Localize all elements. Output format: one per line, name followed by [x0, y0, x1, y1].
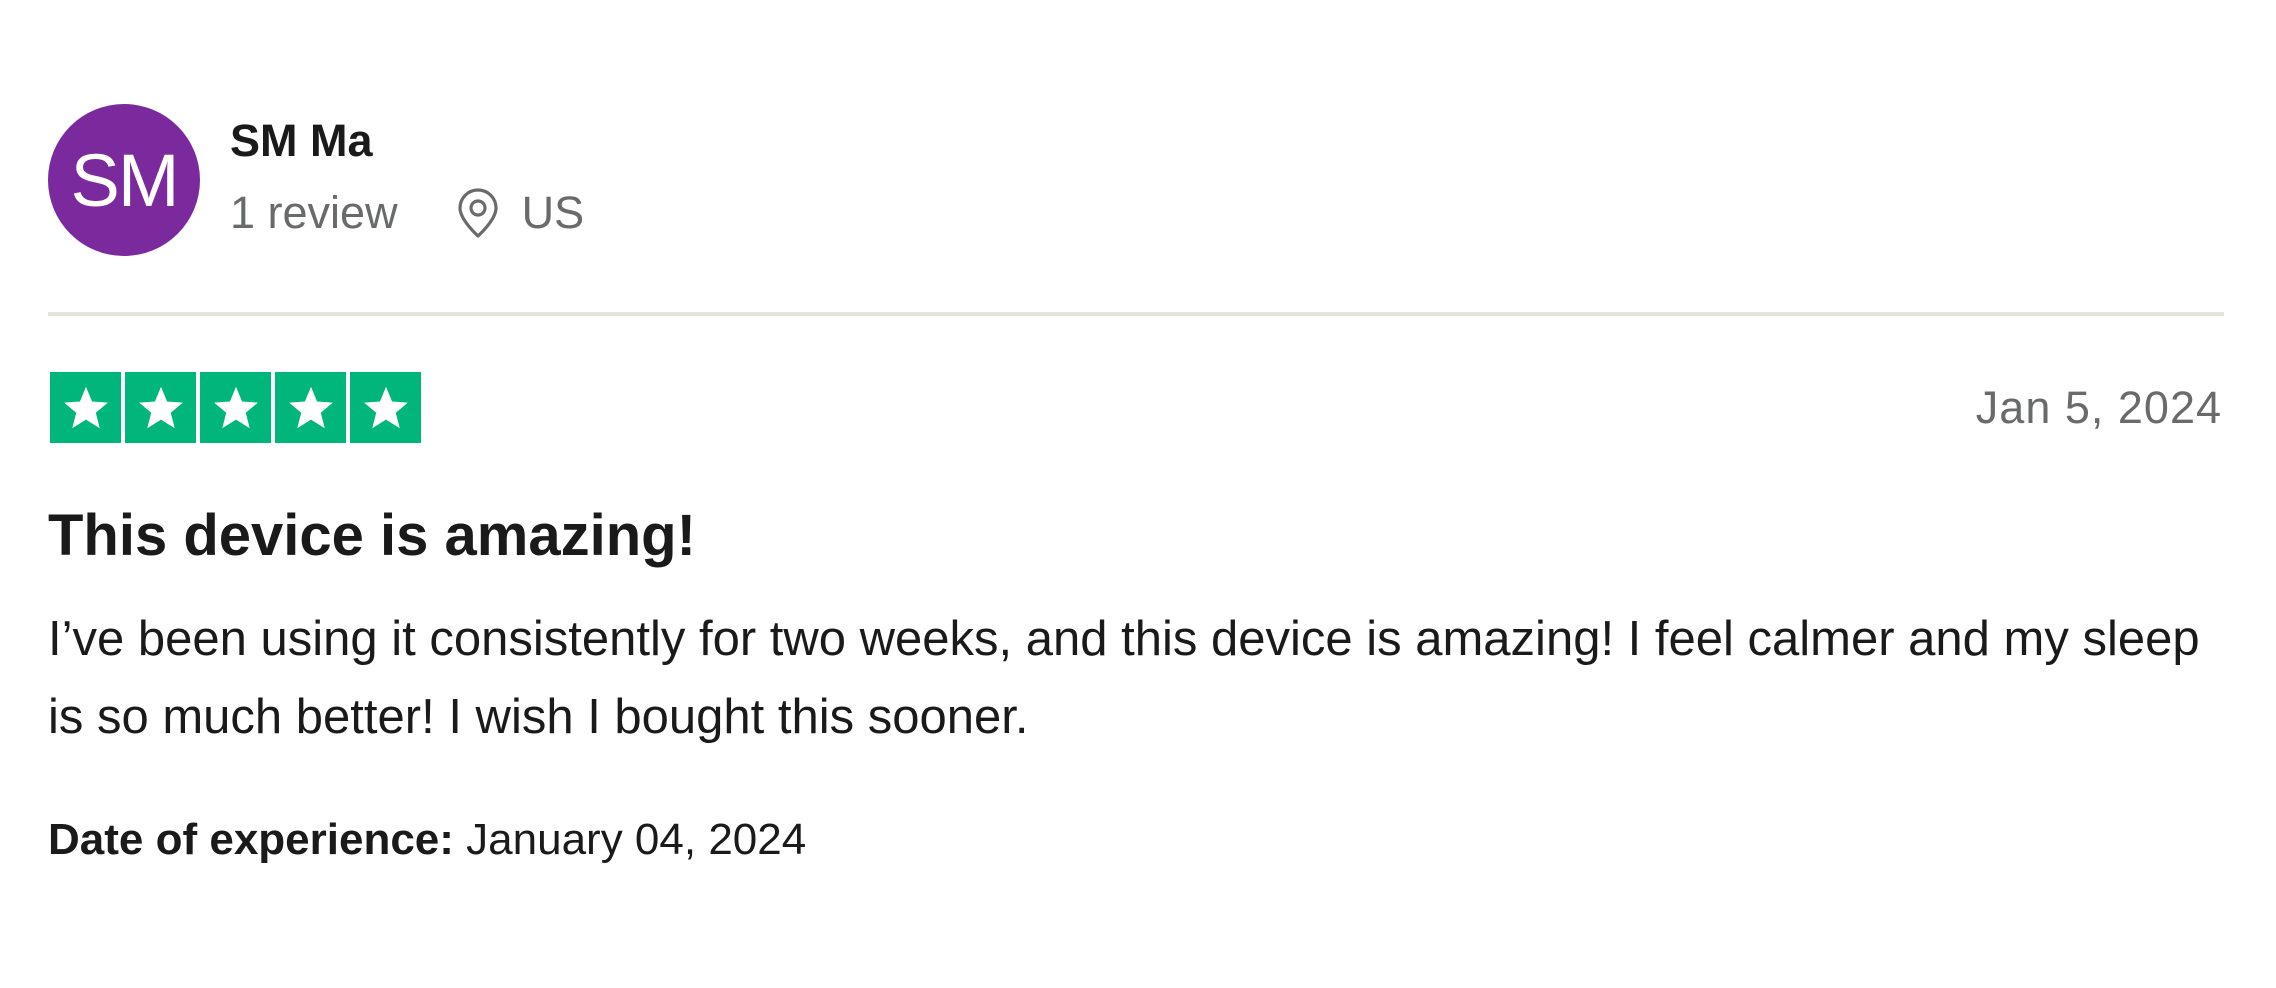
star-icon: [125, 372, 196, 443]
experience-date: January 04, 2024: [466, 815, 807, 864]
review-text: I’ve been using it consistently for two …: [48, 612, 2200, 744]
star-rating: [50, 372, 425, 443]
consumer-meta: 1 review US: [230, 185, 584, 241]
avatar-initials: SM: [70, 138, 180, 222]
review-date: Jan 5, 2024: [1975, 382, 2222, 433]
consumer-name[interactable]: SM Ma: [230, 113, 584, 169]
review-count: 1 review: [230, 187, 398, 238]
star-icon: [275, 372, 346, 443]
date-of-experience: Date of experience: January 04, 2024: [48, 812, 806, 868]
consumer-details: SM Ma 1 review US: [230, 115, 584, 241]
star-icon: [350, 372, 421, 443]
review-title[interactable]: This device is amazing!: [48, 500, 696, 572]
star-icon: [200, 372, 271, 443]
consumer-info[interactable]: SM SM Ma 1 review US: [48, 104, 584, 256]
location-label: US: [521, 187, 585, 238]
map-pin-icon: [456, 187, 500, 239]
review-card: SM SM Ma 1 review US Jan 5, 2024 This de…: [0, 0, 2276, 988]
experience-label: Date of experience:: [48, 815, 454, 864]
avatar[interactable]: SM: [48, 104, 200, 256]
star-icon: [50, 372, 121, 443]
divider: [48, 312, 2224, 316]
location: US: [456, 185, 585, 241]
